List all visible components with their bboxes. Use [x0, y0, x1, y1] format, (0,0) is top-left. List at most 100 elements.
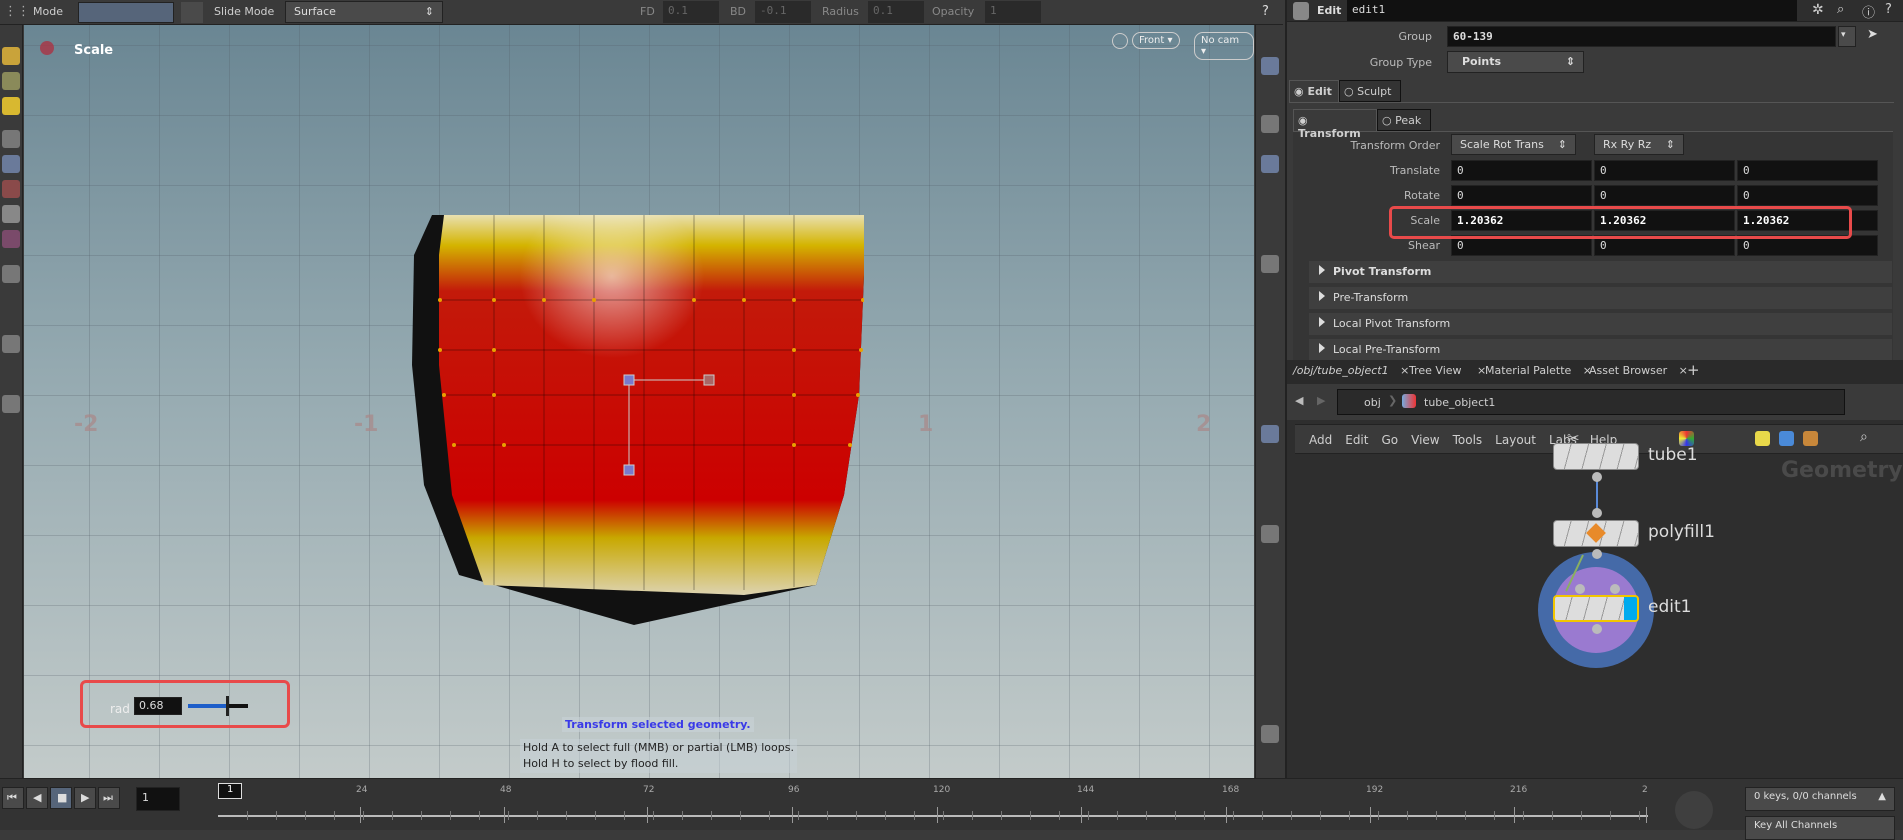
camera-menu[interactable]: No cam ▾: [1194, 32, 1254, 60]
handle-tool-icon[interactable]: [2, 72, 20, 90]
rotate-z-field[interactable]: 0: [1737, 185, 1878, 206]
grid-menu-icon[interactable]: ⋮⋮: [4, 4, 30, 19]
key-tool-icon[interactable]: [1675, 791, 1713, 829]
node-tube1[interactable]: [1553, 443, 1639, 470]
translate-z-field[interactable]: 0: [1737, 160, 1878, 181]
slide-mode-select[interactable]: Surface ⇕: [285, 1, 443, 23]
light-icon[interactable]: [1261, 155, 1279, 173]
stop-button[interactable]: ■: [50, 787, 72, 809]
rotation-order-select[interactable]: Rx Ry Rz ⇕: [1594, 134, 1684, 155]
translate-x-field[interactable]: 0: [1451, 160, 1592, 181]
viewport[interactable]: Scale Front ▾ No cam ▾ -2 -1 1 2 rad 0.6…: [24, 25, 1254, 778]
node-name-field[interactable]: edit1: [1347, 0, 1797, 21]
help-icon[interactable]: ?: [1885, 2, 1892, 17]
output-connector[interactable]: [1592, 624, 1602, 634]
sticky-note-icon[interactable]: [1755, 431, 1770, 446]
lock-icon[interactable]: [2, 155, 20, 173]
rad-slider-handle[interactable]: [226, 696, 229, 716]
group-field[interactable]: 60-139: [1447, 26, 1836, 47]
pose-tool-icon[interactable]: [2, 97, 20, 115]
group-type-select[interactable]: Points ⇕: [1447, 51, 1584, 73]
move-tool-icon[interactable]: [2, 180, 20, 198]
menu-layout[interactable]: Layout: [1495, 433, 1536, 447]
rad-slider[interactable]: [188, 704, 248, 708]
input-connector[interactable]: [1610, 584, 1620, 594]
lock-camera-icon[interactable]: [1261, 115, 1279, 133]
node-edit1[interactable]: [1553, 595, 1639, 622]
menu-view[interactable]: View: [1411, 433, 1439, 447]
rad-input[interactable]: 0.68: [134, 697, 182, 715]
keys-status[interactable]: 0 keys, 0/0 channels ▲: [1745, 787, 1895, 811]
view-menu[interactable]: Front ▾: [1132, 32, 1180, 49]
search-icon[interactable]: ⌕: [1860, 429, 1868, 445]
transform-order-select[interactable]: Scale Rot Trans ⇕: [1451, 134, 1576, 155]
slide-tool-icon[interactable]: [181, 2, 203, 23]
tube-geometry[interactable]: [404, 215, 864, 665]
add-tab-button[interactable]: +: [1687, 361, 1700, 379]
path-tube-object[interactable]: tube_object1: [1424, 396, 1495, 409]
ghost-icon[interactable]: [1261, 525, 1279, 543]
jump-start-button[interactable]: ⏮: [2, 787, 24, 809]
play-button[interactable]: ▶: [74, 787, 96, 809]
play-reverse-button[interactable]: ◀: [26, 787, 48, 809]
bd-field[interactable]: -0.1: [755, 1, 811, 23]
rotate-x-field[interactable]: 0: [1451, 185, 1592, 206]
path-field[interactable]: obj ❯ tube_object1: [1337, 389, 1845, 415]
gear-icon[interactable]: ✲: [1812, 2, 1824, 18]
rotate-y-field[interactable]: 0: [1594, 185, 1735, 206]
menu-tools[interactable]: Tools: [1453, 433, 1483, 447]
frame-marker[interactable]: 1: [218, 783, 242, 799]
magnet-icon[interactable]: [2, 335, 20, 353]
info-icon[interactable]: ⓘ: [1862, 2, 1875, 21]
radius-field[interactable]: 0.1: [868, 1, 924, 23]
tab-tree-view[interactable]: Tree View ×: [1409, 364, 1486, 377]
fd-field[interactable]: 0.1: [663, 1, 719, 23]
tab-network[interactable]: /obj/tube_object1 ×: [1293, 364, 1409, 377]
tab-edit[interactable]: ◉ Edit: [1289, 80, 1339, 102]
snap-icon[interactable]: [2, 265, 20, 283]
translate-y-field[interactable]: 0: [1594, 160, 1735, 181]
jump-end-button[interactable]: ⏭: [98, 787, 120, 809]
brush-icon[interactable]: [2, 395, 20, 413]
menu-add[interactable]: Add: [1309, 433, 1332, 447]
select-mode-buttons[interactable]: [78, 2, 174, 23]
view-lock-icon[interactable]: [1112, 33, 1128, 49]
output-connector[interactable]: [1592, 472, 1602, 482]
section-pivot-transform[interactable]: Pivot Transform: [1309, 261, 1892, 283]
path-obj[interactable]: obj: [1364, 396, 1381, 409]
menu-edit[interactable]: Edit: [1345, 433, 1368, 447]
back-icon[interactable]: ◀: [1295, 394, 1303, 407]
tab-material-palette[interactable]: Material Palette ×: [1485, 364, 1592, 377]
tab-transform[interactable]: ◉ Transform: [1293, 109, 1377, 140]
tab-peak[interactable]: ○ Peak: [1377, 109, 1431, 131]
current-frame-field[interactable]: 1: [136, 787, 180, 811]
opacity-field[interactable]: 1: [985, 1, 1041, 23]
select-arrow-icon[interactable]: ➤: [1867, 27, 1878, 42]
output-connector[interactable]: [1592, 549, 1602, 559]
tab-asset-browser[interactable]: Asset Browser ×: [1589, 364, 1688, 377]
info-icon[interactable]: [1261, 725, 1279, 743]
display-icon[interactable]: [1261, 57, 1279, 75]
wireframe-icon[interactable]: [1261, 425, 1279, 443]
group-dropdown[interactable]: ▾: [1838, 26, 1856, 47]
background-image-icon[interactable]: [1779, 431, 1794, 446]
shading-icon[interactable]: [1261, 255, 1279, 273]
section-pre-transform[interactable]: Pre-Transform: [1309, 287, 1892, 309]
search-icon[interactable]: ⌕: [1837, 2, 1844, 17]
tab-sculpt[interactable]: ○ Sculpt: [1339, 80, 1401, 102]
select-tool-icon[interactable]: [2, 130, 20, 148]
color-palette-icon[interactable]: [1679, 431, 1694, 446]
key-all-channels[interactable]: Key All Channels: [1745, 816, 1895, 840]
section-local-pre-transform[interactable]: Local Pre-Transform: [1309, 339, 1892, 360]
menu-go[interactable]: Go: [1381, 433, 1398, 447]
forward-icon[interactable]: ▶: [1317, 394, 1325, 407]
rotate-tool-icon[interactable]: [2, 205, 20, 223]
network-box-icon[interactable]: [1803, 431, 1818, 446]
help-icon[interactable]: ?: [1262, 4, 1269, 19]
input-connector[interactable]: [1592, 508, 1602, 518]
section-local-pivot-transform[interactable]: Local Pivot Transform: [1309, 313, 1892, 335]
input-connector[interactable]: [1575, 584, 1585, 594]
timeline-track[interactable]: [218, 815, 1648, 817]
transform-tool-icon[interactable]: [2, 47, 20, 65]
scale-tool-icon[interactable]: [2, 230, 20, 248]
